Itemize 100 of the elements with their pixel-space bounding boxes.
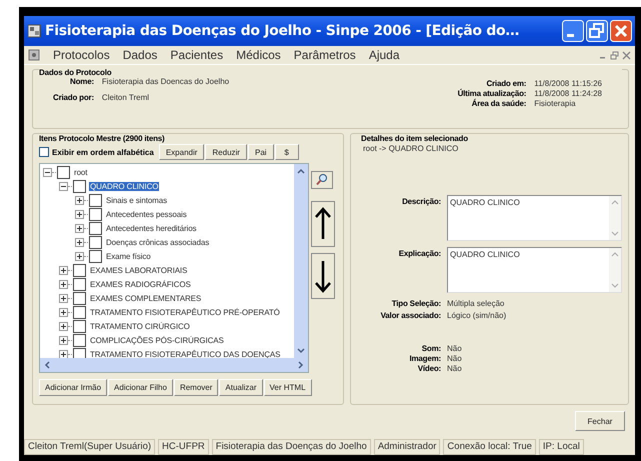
field-label: Nome: — [69, 77, 94, 88]
checkbox[interactable] — [39, 147, 49, 157]
field-value: Lógico (sim/não) — [447, 311, 508, 320]
toolbar-button[interactable]: Pai — [248, 144, 274, 160]
action-button[interactable]: Adicionar Irmão — [39, 379, 108, 396]
expand-icon[interactable] — [75, 238, 84, 246]
close-icon[interactable] — [622, 50, 631, 60]
tree-item[interactable]: EXAMES LABORATORIAIS — [89, 266, 188, 274]
scrollbar[interactable] — [609, 196, 621, 240]
scrollbar[interactable] — [294, 164, 308, 358]
field-label: Tipo Seleção: — [390, 299, 441, 308]
minimize-icon[interactable] — [562, 20, 584, 42]
field-label: Som: — [420, 344, 441, 353]
menu-item[interactable]: Ajuda — [368, 48, 400, 62]
field-value: QUADRO CLINICO — [449, 197, 521, 209]
checkbox[interactable] — [73, 348, 86, 358]
expand-icon[interactable] — [75, 196, 84, 204]
field-label: Imagem: — [408, 354, 441, 363]
menu-item[interactable]: Médicos — [236, 48, 281, 62]
scrollbar[interactable] — [40, 358, 308, 372]
app-icon — [28, 49, 40, 61]
group-title: Dados do Protocolo — [39, 68, 622, 77]
field-label: Área da saúde: — [470, 99, 526, 108]
checkbox[interactable] — [73, 292, 86, 304]
field-value: Fisioterapia das Doencas do Joelho — [102, 77, 230, 88]
text-area[interactable]: QUADRO CLINICO — [447, 195, 622, 241]
menu-item[interactable]: Pacientes — [170, 48, 224, 62]
tree-item[interactable]: TRATAMENTO FISIOTERAPÊUTICO PRÉ-OPERATÓ — [89, 308, 281, 316]
expand-icon[interactable] — [75, 210, 84, 218]
field-value: 11/8/2008 11:15:26 — [534, 79, 602, 88]
action-button[interactable]: Remover — [174, 379, 218, 396]
expand-icon[interactable] — [59, 294, 68, 302]
expand-icon[interactable] — [59, 336, 68, 344]
move-down-button[interactable] — [311, 253, 335, 299]
expand-icon[interactable] — [59, 266, 68, 274]
tree-item[interactable]: root — [73, 168, 88, 176]
menu-item[interactable]: Protocolos — [53, 48, 110, 62]
action-button[interactable]: Atualizar — [219, 379, 263, 396]
expand-icon[interactable] — [59, 322, 68, 330]
item-path: root -> QUADRO CLINICO — [363, 144, 460, 153]
checkbox[interactable] — [73, 334, 86, 346]
expand-icon[interactable] — [59, 308, 68, 316]
app-icon — [27, 24, 41, 38]
checkbox[interactable] — [73, 320, 86, 332]
scrollbar[interactable] — [609, 248, 621, 292]
move-up-button[interactable] — [311, 201, 335, 247]
tree-item[interactable]: Sinais e sintomas — [105, 196, 168, 204]
collapse-icon[interactable] — [43, 168, 52, 176]
restore-icon[interactable] — [586, 20, 608, 42]
expand-icon[interactable] — [59, 280, 68, 288]
checkbox[interactable] — [89, 194, 102, 206]
field-label: Valor associado: — [380, 311, 441, 320]
status-panel: HC-UFPR — [158, 439, 209, 455]
collapse-icon[interactable] — [59, 182, 68, 190]
checkbox-label[interactable]: Exibir em ordem alfabética — [52, 148, 154, 156]
toolbar-button[interactable]: Expandir — [158, 144, 204, 160]
checkbox[interactable] — [73, 278, 86, 290]
menu-item[interactable]: Dados — [122, 48, 158, 62]
expand-icon[interactable] — [75, 224, 84, 232]
checkbox[interactable] — [89, 222, 102, 234]
checkbox[interactable] — [89, 208, 102, 220]
tree-item[interactable]: EXAMES RADIOGRÁFICOS — [89, 280, 192, 288]
toolbar-button[interactable]: Reduzir — [205, 144, 247, 160]
checkbox[interactable] — [89, 236, 102, 248]
tree-item[interactable]: Exame físico — [105, 252, 152, 260]
tree-item[interactable]: TRATAMENTO CIRÚRGICO — [89, 322, 191, 330]
tree-item[interactable]: COMPLICAÇÕES PÓS-CIRÚRGICAS — [89, 336, 225, 344]
checkbox[interactable] — [89, 250, 102, 262]
tree-item[interactable]: QUADRO CLINICO — [89, 182, 160, 190]
tree-item[interactable]: Antecedentes pessoais — [105, 210, 188, 218]
window-title: Fisioterapia das Doenças do Joelho - Sinpe 2006 - [Edição do… — [45, 23, 520, 39]
field-value: Não — [447, 364, 463, 373]
search-button[interactable] — [311, 171, 333, 189]
checkbox[interactable] — [73, 180, 86, 192]
close-button[interactable]: Fechar — [575, 411, 625, 431]
field-label: Criado por: — [53, 93, 94, 104]
tree-item[interactable]: Doenças crônicas associadas — [105, 238, 210, 246]
tree-item[interactable]: EXAMES COMPLEMENTARES — [89, 294, 202, 302]
action-button[interactable]: Adicionar Filho — [108, 379, 173, 396]
checkbox[interactable] — [57, 166, 70, 178]
field-label: Descrição: — [401, 196, 441, 208]
status-panel: Cleiton Treml(Super Usuário) — [24, 439, 156, 455]
expand-icon[interactable] — [75, 252, 84, 260]
status-panel: Conexão local: True — [443, 439, 536, 455]
restore-icon[interactable] — [610, 50, 619, 60]
status-panel: Administrador — [374, 439, 440, 455]
field-label: Vídeo: — [416, 364, 441, 373]
field-label: Última atualização: — [458, 89, 526, 98]
toolbar-button[interactable]: $ — [274, 144, 299, 160]
field-value: QUADRO CLINICO — [449, 249, 521, 261]
checkbox[interactable] — [73, 306, 86, 318]
checkbox[interactable] — [73, 264, 86, 276]
field-value: 11/8/2008 11:24:28 — [534, 89, 602, 98]
tree-item[interactable]: TRATAMENTO FISIOTERAPÊUTICO DAS DOENÇAS — [89, 350, 282, 358]
field-label: Explicação: — [398, 248, 441, 260]
text-area[interactable]: QUADRO CLINICO — [447, 247, 622, 293]
tree-item[interactable]: Antecedentes hereditários — [105, 224, 198, 232]
action-button[interactable]: Ver HTML — [264, 379, 312, 396]
menu-item[interactable]: Parâmetros — [294, 48, 356, 62]
expand-icon[interactable] — [59, 350, 68, 358]
